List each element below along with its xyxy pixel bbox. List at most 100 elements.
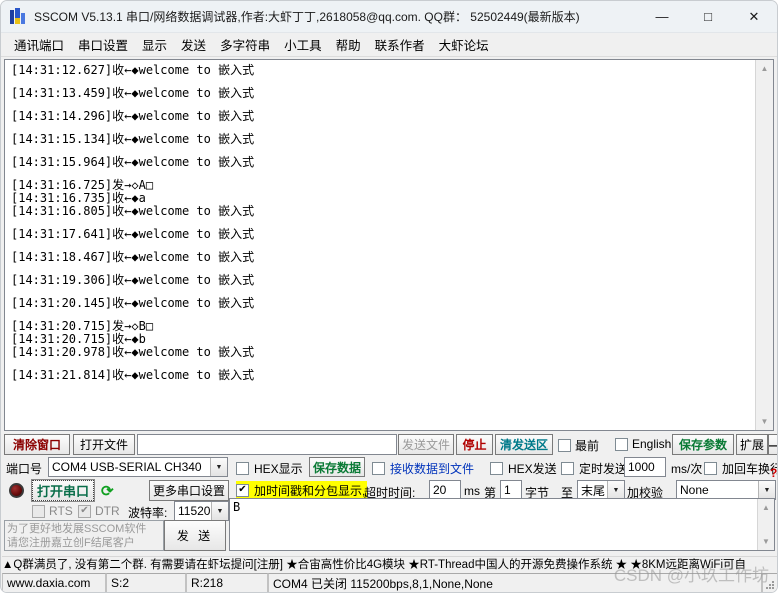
status-website[interactable]: www.daxia.com <box>2 573 106 592</box>
save-data-button[interactable]: 保存数据 <box>309 457 365 477</box>
send-text-panel: B ▲ ▼ <box>229 498 775 551</box>
timestamp-packet-display-checkbox-box[interactable] <box>236 483 249 497</box>
log-line: [14:31:20.978]收←◆welcome to 嵌入式 <box>11 345 255 359</box>
hex-send-checkbox-box[interactable] <box>490 462 503 475</box>
maximize-button[interactable]: □ <box>685 1 731 32</box>
status-bar: www.daxia.com S:2 R:218 COM4 已关闭 115200b… <box>2 573 777 592</box>
log-line: [14:31:18.467]收←◆welcome to 嵌入式 <box>11 250 255 264</box>
scroll-down-icon[interactable]: ▼ <box>758 533 775 550</box>
refresh-ports-icon[interactable]: ⟳ <box>101 482 114 500</box>
resize-grip-svg <box>766 581 774 589</box>
menu-item-forum[interactable]: 大虾论坛 <box>432 33 496 56</box>
menu-item-multistring[interactable]: 多字符串 <box>213 33 277 56</box>
chevron-down-icon[interactable]: ▼ <box>758 481 775 499</box>
timed-send-checkbox[interactable]: 定时发送: <box>561 460 630 477</box>
open-file-button[interactable]: 打开文件 <box>73 434 135 455</box>
file-path-input[interactable] <box>137 434 397 455</box>
menu-bar: 通讯端口 串口设置 显示 发送 多字符串 小工具 帮助 联系作者 大虾论坛 <box>1 33 777 57</box>
menu-item-display[interactable]: 显示 <box>135 33 174 56</box>
scroll-up-icon[interactable]: ▲ <box>756 60 773 77</box>
receive-log-scrollbar[interactable]: ▲ ▼ <box>755 60 773 430</box>
send-text-input[interactable]: B <box>230 499 757 550</box>
ad-marquee: ▲Q群满员了, 没有第二个群. 有需要请在虾坛提问[注册] ★合宙高性价比4G模… <box>2 556 777 574</box>
hex-send-checkbox[interactable]: HEX发送 <box>490 460 557 477</box>
open-port-button[interactable]: 打开串口 <box>31 479 95 502</box>
checksum-select-value: None <box>680 483 709 497</box>
timestamp-packet-display-checkbox[interactable]: 加时间戳和分包显示, <box>236 481 368 499</box>
menu-item-port-settings[interactable]: 串口设置 <box>71 33 135 56</box>
byte-to-select[interactable]: 末尾 ▼ <box>577 480 625 500</box>
rts-label: RTS <box>49 504 73 518</box>
scroll-down-icon[interactable]: ▼ <box>756 413 773 430</box>
dtr-label: DTR <box>95 504 120 518</box>
dtr-checkbox[interactable]: DTR <box>78 504 120 518</box>
chevron-down-icon[interactable]: ▼ <box>211 502 228 520</box>
timed-send-checkbox-box[interactable] <box>561 462 574 475</box>
baud-select[interactable]: 115200 ▼ <box>174 501 229 521</box>
port-label: 端口号 <box>6 462 43 476</box>
append-crlf-checkbox-box[interactable] <box>704 462 717 475</box>
timed-send-interval-input[interactable]: 1000 <box>624 457 666 477</box>
send-button[interactable]: 发 送 <box>164 520 226 551</box>
menu-item-tools[interactable]: 小工具 <box>277 33 329 56</box>
menu-item-contact[interactable]: 联系作者 <box>368 33 432 56</box>
status-received-count: R:218 <box>186 573 268 592</box>
chevron-down-icon[interactable]: ▼ <box>607 481 624 499</box>
topmost-checkbox-box[interactable] <box>558 439 571 452</box>
port-status-led-icon <box>9 483 24 498</box>
english-checkbox-box[interactable] <box>615 437 628 451</box>
menu-item-send[interactable]: 发送 <box>174 33 213 56</box>
minimize-button[interactable]: — <box>639 1 685 32</box>
send-text-scrollbar[interactable]: ▲ ▼ <box>757 499 774 550</box>
byte-from-input[interactable]: 1 <box>500 480 522 500</box>
english-checkbox[interactable]: English <box>615 437 671 451</box>
window-controls: — □ ✕ <box>639 1 777 32</box>
append-crlf-checkbox[interactable]: 加回车换行 <box>704 460 777 477</box>
chevron-down-icon[interactable]: ▼ <box>210 458 227 476</box>
menu-item-comm-port[interactable]: 通讯端口 <box>7 33 71 56</box>
port-select[interactable]: COM4 USB-SERIAL CH340 ▼ <box>48 457 228 477</box>
receive-to-file-checkbox-box[interactable] <box>372 462 385 475</box>
clear-window-button[interactable]: 清除窗口 <box>4 434 70 455</box>
baud-select-value: 115200 <box>178 504 211 518</box>
receive-to-file-label: 接收数据到文件 <box>390 462 475 476</box>
log-line: [14:31:15.134]收←◆welcome to 嵌入式 <box>11 132 255 146</box>
log-line: [14:31:16.805]收←◆welcome to 嵌入式 <box>11 204 255 218</box>
receive-log-text[interactable]: [14:31:12.627]收←◆welcome to 嵌入式 [14:31:13… <box>5 60 755 430</box>
hex-display-checkbox[interactable]: HEX显示 <box>236 460 303 477</box>
more-port-settings-button[interactable]: 更多串口设置 <box>149 480 229 501</box>
resize-grip-icon[interactable] <box>762 573 777 592</box>
close-button[interactable]: ✕ <box>731 1 777 32</box>
status-connection: COM4 已关闭 115200bps,8,1,None,None <box>268 573 762 592</box>
status-sent-count: S:2 <box>106 573 186 592</box>
extend-button[interactable]: 扩展 <box>736 434 768 455</box>
title-bar: SSCOM V5.13.1 串口/网络数据调试器,作者:大虾丁丁,2618058… <box>1 1 777 33</box>
log-line: [14:31:19.306]收←◆welcome to 嵌入式 <box>11 273 255 287</box>
menu-item-help[interactable]: 帮助 <box>329 33 368 56</box>
baud-label: 波特率: <box>128 506 168 520</box>
hex-display-checkbox-box[interactable] <box>236 462 249 475</box>
timeout-unit-label: ms <box>464 484 480 498</box>
timeout-input[interactable]: 20 <box>429 480 461 500</box>
dtr-checkbox-box[interactable] <box>78 504 91 518</box>
port-settings-row: 端口号 COM4 USB-SERIAL CH340 ▼ HEX显示 保存数据 接… <box>4 457 777 480</box>
receive-log-panel: [14:31:12.627]收←◆welcome to 嵌入式 [14:31:13… <box>4 59 774 431</box>
log-line: [14:31:14.296]收←◆welcome to 嵌入式 <box>11 109 255 123</box>
save-params-button[interactable]: 保存参数 <box>672 434 734 455</box>
sscom-window: SSCOM V5.13.1 串口/网络数据调试器,作者:大虾丁丁,2618058… <box>0 0 778 593</box>
scroll-up-icon[interactable]: ▲ <box>758 499 775 516</box>
app-icon <box>9 7 27 26</box>
rts-checkbox[interactable]: RTS <box>32 504 73 518</box>
topmost-checkbox[interactable]: 最前 <box>558 437 599 454</box>
collapse-button[interactable]: — <box>768 434 777 455</box>
clear-send-area-button[interactable]: 清发送区 <box>495 434 553 455</box>
receive-to-file-checkbox[interactable]: 接收数据到文件 <box>372 460 474 477</box>
registration-notice-line1: 为了更好地发展SSCOM软件 <box>7 523 147 535</box>
send-file-button[interactable]: 发送文件 <box>398 434 454 455</box>
checksum-select[interactable]: None ▼ <box>676 480 776 500</box>
log-line: [14:31:17.641]收←◆welcome to 嵌入式 <box>11 227 255 241</box>
stop-button[interactable]: 停止 <box>456 434 493 455</box>
help-question-icon[interactable]: ? <box>770 466 777 480</box>
rts-checkbox-box[interactable] <box>32 504 45 518</box>
english-label: English <box>632 437 672 451</box>
